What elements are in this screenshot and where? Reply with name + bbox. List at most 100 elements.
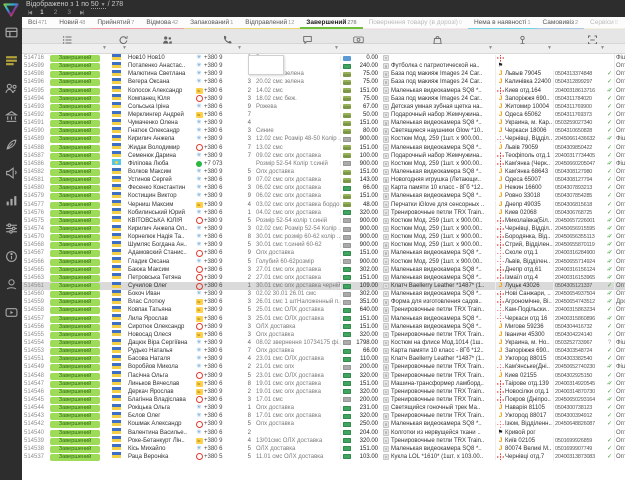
page-button-3[interactable]: 3: [67, 9, 71, 16]
delivery-address: Луцьк 43026: [505, 282, 553, 290]
column-header-product[interactable]: [432, 32, 444, 42]
sidebar-item-support[interactable]: [0, 270, 22, 298]
carrier-icon-b: [497, 217, 504, 224]
filter-dropdown-1[interactable]: ▼: [102, 45, 107, 51]
tab-6[interactable]: Відправлений12: [239, 17, 300, 30]
tab-10[interactable]: Самовивіз2: [537, 17, 585, 30]
client-name: Сучилов Олег: [128, 282, 194, 290]
product-photo-icon: [383, 364, 390, 371]
column-header-source[interactable]: [118, 32, 130, 42]
country-flag-icon: [112, 273, 121, 279]
column-header-comment[interactable]: [302, 32, 314, 42]
tab-1[interactable]: Всі471: [22, 17, 53, 30]
sidebar-item-marketing[interactable]: [0, 158, 22, 186]
delivered-double-check-icon: ✓: [606, 136, 613, 142]
delivered-check-icon: ✓: [607, 332, 612, 338]
calls-count: 5: [242, 241, 256, 249]
sidebar-item-info[interactable]: [0, 242, 22, 270]
carrier-icon-b: [497, 453, 504, 460]
filter-dropdown-5[interactable]: ▼: [488, 45, 493, 51]
tab-count: 0: [615, 20, 618, 26]
carrier-icon-a: J: [499, 127, 503, 135]
column-header-order-list[interactable]: [62, 32, 74, 42]
payment-type-icon: [343, 113, 351, 118]
sidebar-item-bank[interactable]: [0, 102, 22, 130]
tab-label: Прийнятий: [97, 19, 130, 26]
page-button-2[interactable]: 2: [54, 9, 58, 16]
tab-2[interactable]: Новий48: [53, 17, 91, 30]
country-flag-icon: [112, 249, 121, 255]
tab-5[interactable]: Запакований1: [184, 17, 239, 30]
client-name: Гнатюк Олександр: [128, 127, 194, 135]
dashboard-icon: [5, 26, 18, 39]
partner: Опт L: [614, 388, 625, 396]
order-row[interactable]: 514537ЗавершенийРаца Вероніка+380 5511.0…: [22, 453, 625, 461]
status-badge: Завершений: [50, 364, 100, 371]
carrier-icon-a: J: [499, 209, 503, 217]
country-flag-icon: [112, 143, 121, 149]
amount: 320.00: [351, 412, 381, 420]
product-name: Маленькая видеокамера SQ8 *..: [391, 266, 495, 274]
sidebar-item-settings[interactable]: [0, 214, 22, 242]
sidebar-item-statistics[interactable]: [0, 186, 22, 214]
client-name: Пасічна Ольга: [128, 372, 194, 380]
column-header-client[interactable]: [162, 32, 174, 42]
partner: Опт L: [614, 119, 625, 127]
filter-dropdown-3[interactable]: ▼: [237, 45, 242, 51]
olx-source-icon: [196, 283, 203, 290]
partner: Фішка: [614, 339, 625, 347]
tab-3[interactable]: Прийнятий7: [91, 17, 140, 30]
amount: 231.00: [351, 404, 381, 412]
filter-dropdown-2[interactable]: ▼: [122, 45, 127, 51]
order-id: 514555: [22, 331, 48, 339]
page-size-dropdown[interactable]: 50 ▼: [91, 1, 106, 9]
order-id: 514553: [22, 347, 48, 355]
delivery-address: Новосілки отд.1: [505, 388, 553, 396]
comment: 30.01 смс олх доставка черній: [256, 282, 340, 290]
tab-7[interactable]: Завершений278: [300, 17, 362, 30]
filter-dropdown-6[interactable]: ▼: [547, 45, 552, 51]
comment: 12.02 смс Розмір 48-50 Колір ..: [256, 135, 340, 143]
tab-8[interactable]: Повернення товару (в дорозі)0: [363, 17, 468, 30]
amount: 320.00: [351, 437, 381, 445]
product-photo-icon: [383, 193, 390, 200]
column-header-delivery-address[interactable]: [517, 32, 529, 42]
first-page-button[interactable]: |◀: [28, 10, 31, 16]
column-header-tracking-number[interactable]: [587, 32, 599, 42]
partner: Опт L: [614, 127, 625, 135]
order-id: 514568: [22, 241, 48, 249]
order-id: 514544: [22, 404, 48, 412]
country-flag-icon: [112, 428, 121, 434]
sidebar-item-clients[interactable]: [0, 74, 22, 102]
delivered-check-icon: ✓: [607, 283, 612, 289]
olx-source-icon: [196, 323, 203, 330]
tab-11[interactable]: Сервіси0: [584, 17, 624, 30]
filter-dropdown-4[interactable]: ▼: [334, 45, 339, 51]
product-name: Маленькая видеокамера SQ8 *..: [391, 87, 495, 95]
product-photo-icon: [383, 201, 390, 208]
tab-4[interactable]: Відмова42: [140, 17, 184, 30]
calls-count: 3: [242, 184, 256, 192]
sidebar-item-orders[interactable]: [0, 46, 22, 74]
call-source-icon: ✳: [196, 192, 201, 200]
status-badge: Завершений: [50, 145, 100, 152]
column-header-payment[interactable]: [353, 32, 365, 42]
comment: 30.01 смс розмір 60-62 колір ..: [256, 233, 340, 241]
sidebar-item-dashboard[interactable]: [0, 18, 22, 46]
last-page-button[interactable]: ▶|: [80, 10, 83, 16]
delivered-double-check-icon: ✓: [606, 381, 613, 387]
app-logo-icon[interactable]: [0, 0, 22, 18]
sidebar-item-crafts[interactable]: [0, 130, 22, 158]
payment-type-icon: [343, 153, 351, 158]
filter-dropdown-7[interactable]: ▼: [600, 45, 605, 51]
status-badge: Завершений: [50, 96, 100, 103]
order-id: 514570: [22, 233, 48, 241]
calls-count: 2: [242, 363, 256, 371]
delivery-address: Киев 02068: [505, 209, 553, 217]
page-button-1[interactable]: 1: [40, 9, 44, 16]
sidebar-item-video-tutorials[interactable]: [0, 298, 22, 326]
product-photo-icon: [383, 413, 390, 420]
tab-9[interactable]: Нема в наявності1: [468, 17, 537, 30]
column-header-phone[interactable]: [222, 32, 234, 42]
order-id: 514582: [22, 168, 48, 176]
